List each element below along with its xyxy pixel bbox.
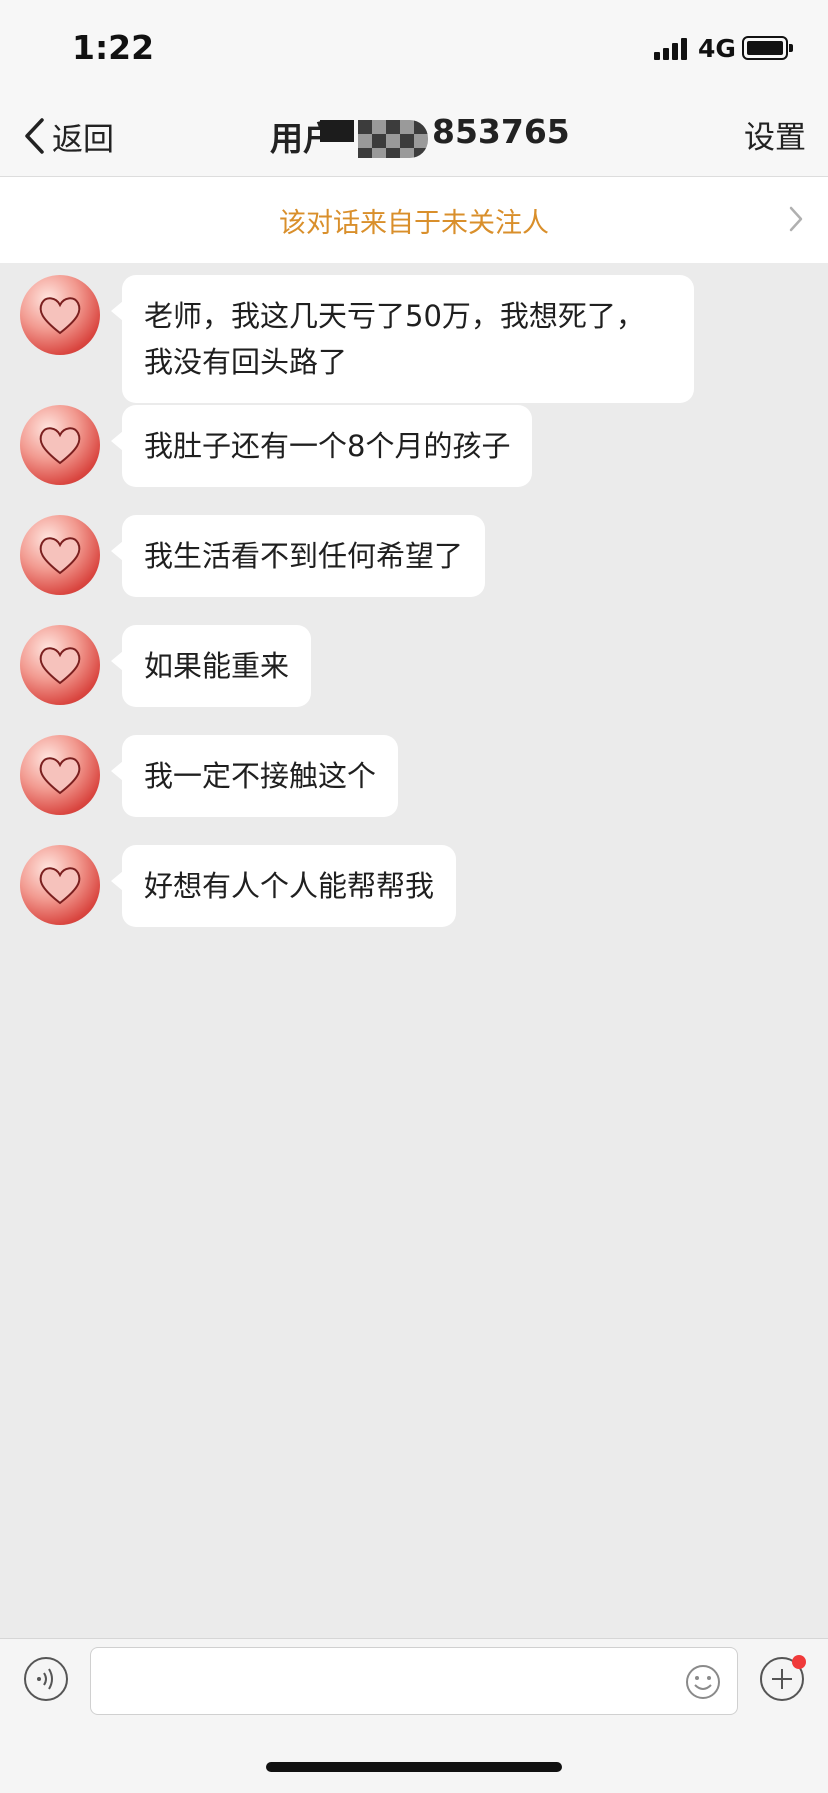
- message-input[interactable]: [90, 1647, 738, 1715]
- chevron-left-icon: [25, 118, 44, 154]
- message-bubble[interactable]: 如果能重来: [110, 625, 312, 707]
- message-bubble[interactable]: 我生活看不到任何希望了: [110, 515, 486, 597]
- nav-bar: 返回 用户 853765 设置: [0, 98, 828, 177]
- message-bubble[interactable]: 好想有人个人能帮帮我: [110, 845, 457, 927]
- message-bubble[interactable]: 我肚子还有一个8个月的孩子: [110, 405, 533, 487]
- redaction-mosaic: [358, 120, 428, 158]
- status-time: 1:22: [72, 28, 155, 67]
- notification-badge: [792, 1655, 806, 1669]
- avatar[interactable]: [20, 625, 100, 705]
- home-indicator[interactable]: [266, 1762, 562, 1772]
- emoji-icon: [686, 1665, 720, 1699]
- title-suffix: 853765: [432, 112, 570, 151]
- avatar[interactable]: [20, 405, 100, 485]
- conversation-title: 用户 853765: [270, 112, 570, 162]
- notice-bar[interactable]: 该对话来自于未关注人: [0, 177, 828, 263]
- avatar[interactable]: [20, 275, 100, 355]
- network-label: 4G: [698, 34, 736, 63]
- notice-text: 该对话来自于未关注人: [279, 208, 549, 239]
- status-bar: 1:22 4G: [0, 0, 828, 98]
- voice-button[interactable]: [24, 1657, 68, 1701]
- signal-icon: [654, 38, 690, 60]
- back-button[interactable]: 返回: [22, 110, 132, 162]
- voice-icon: [37, 1668, 53, 1690]
- avatar[interactable]: [20, 515, 100, 595]
- avatar[interactable]: [20, 735, 100, 815]
- chevron-right-icon: [789, 206, 803, 232]
- emoji-button[interactable]: [684, 1663, 722, 1701]
- redaction-block: [320, 120, 354, 142]
- back-label: 返回: [52, 121, 114, 158]
- battery-icon: [742, 36, 793, 60]
- avatar[interactable]: [20, 845, 100, 925]
- message-bubble[interactable]: 老师，我这几天亏了50万，我想死了，我没有回头路了: [111, 275, 694, 403]
- settings-button[interactable]: 设置: [744, 112, 806, 157]
- message-bubble[interactable]: 我一定不接触这个: [110, 735, 399, 817]
